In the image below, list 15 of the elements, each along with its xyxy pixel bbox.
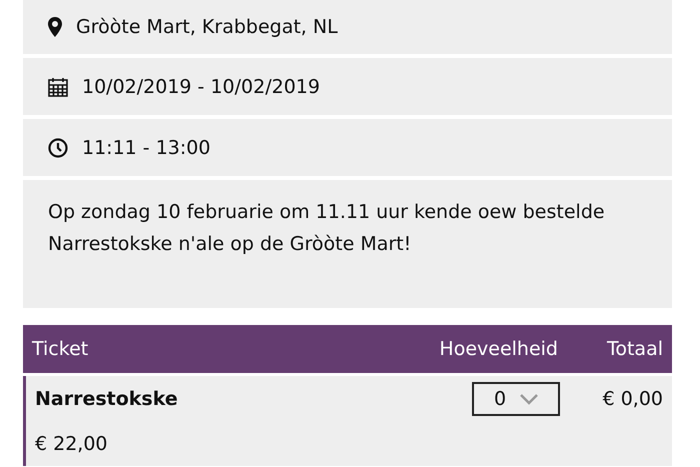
info-text: 10/02/2019 - 10/02/2019 — [82, 76, 320, 98]
column-header: Hoeveelheid — [438, 338, 558, 360]
description-text: Op zondag 10 februarie om 11.11 uur kende oew bestelde Narrestokske n'ale op de Gròòte Mart! — [48, 200, 606, 257]
chevron-down-icon — [520, 394, 538, 404]
clock-icon — [48, 138, 68, 158]
info-text: 11:11 - 13:00 — [82, 136, 210, 158]
map-pin-icon — [48, 17, 62, 37]
quantity-select[interactable]: 0 — [472, 382, 560, 416]
ticket-name: Narrestokske — [35, 388, 179, 410]
ticket-total: € 0,00 — [602, 388, 663, 410]
column-header: Ticket — [32, 338, 90, 360]
ticket-price: € 22,00 — [35, 433, 109, 455]
calendar-icon — [48, 76, 68, 96]
column-header: Totaal — [606, 338, 663, 360]
info-text: Gròòte Mart, Krabbegat, NL — [76, 16, 338, 38]
